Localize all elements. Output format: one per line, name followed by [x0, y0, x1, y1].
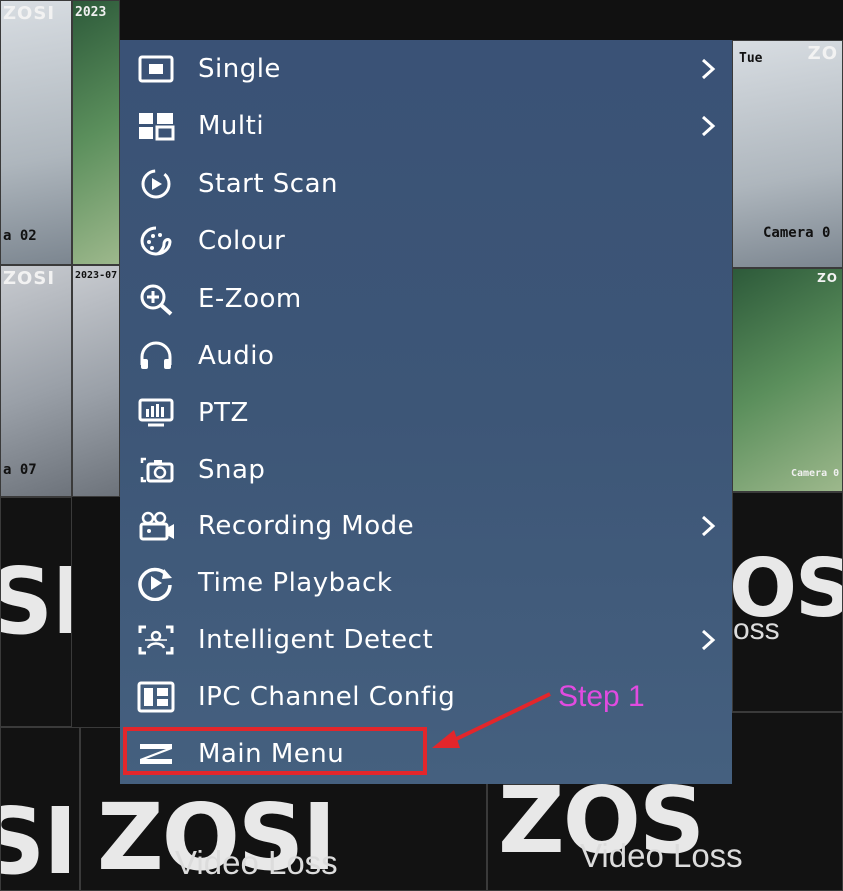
camera-date: 2023-07 [75, 270, 118, 281]
main-menu-highlight-box [123, 727, 427, 775]
video-loss-text: Video Loss [175, 844, 338, 881]
menu-item-ptz[interactable]: PTZ [120, 385, 732, 441]
chevron-right-icon [698, 511, 718, 541]
snapshot-icon [134, 452, 178, 488]
camera-tile-4[interactable]: ZOSI a 07 [0, 265, 72, 497]
single-view-icon [134, 51, 178, 87]
camera-tile-5[interactable]: 2023-07 [72, 265, 120, 497]
menu-item-multi[interactable]: Multi [120, 98, 732, 154]
zosi-watermark: SI [1, 788, 77, 891]
menu-item-label: Snap [198, 455, 266, 485]
menu-item-label: IPC Channel Config [198, 682, 456, 712]
menu-item-label: Multi [198, 111, 265, 141]
camera-label: Camera 0 [763, 225, 831, 241]
menu-item-time-playback[interactable]: Time Playback [120, 555, 732, 611]
video-loss-tile-right[interactable]: OS oss [732, 492, 843, 712]
video-loss-tile-bottom-far-left[interactable]: SI [0, 727, 80, 891]
camera-brand: ZOSI [3, 268, 56, 289]
playback-icon [134, 565, 178, 601]
menu-item-label: Intelligent Detect [198, 625, 434, 655]
menu-item-label: Recording Mode [198, 511, 415, 541]
camera-tile-2[interactable]: 2023 [72, 0, 120, 265]
camera-day: Tue [739, 51, 763, 66]
chevron-right-icon [698, 111, 718, 141]
palette-icon [134, 223, 178, 259]
zosi-watermark: SI [1, 556, 71, 648]
menu-item-intelligent-detect[interactable]: Intelligent Detect [120, 612, 732, 668]
multi-view-icon [134, 108, 178, 144]
headphones-icon [134, 338, 178, 374]
ptz-icon [134, 395, 178, 431]
menu-item-label: PTZ [198, 398, 249, 428]
menu-item-snap[interactable]: Snap [120, 442, 732, 498]
menu-item-e-zoom[interactable]: E-Zoom [120, 271, 732, 327]
menu-item-label: Audio [198, 341, 275, 371]
camera-label: a 02 [3, 228, 37, 244]
camera-tile-1[interactable]: ZOSI a 02 [0, 0, 72, 265]
menu-item-label: Single [198, 54, 281, 84]
chevron-right-icon [698, 54, 718, 84]
nvr-screen: ZOSI a 02 2023 Tue ZO Camera 0 ZOSI a 07… [0, 0, 843, 891]
chevron-right-icon [698, 625, 718, 655]
camera-brand: ZO [807, 43, 838, 64]
camera-tile-6[interactable]: ZO Camera 0 [732, 268, 843, 492]
menu-item-colour[interactable]: Colour [120, 213, 732, 269]
menu-item-recording-mode[interactable]: Recording Mode [120, 498, 732, 554]
channel-config-icon [134, 679, 178, 715]
camera-label: Camera 0 [791, 468, 840, 479]
zoom-icon [134, 281, 178, 317]
camera-label: a 07 [3, 462, 37, 478]
menu-item-single[interactable]: Single [120, 41, 732, 97]
menu-item-audio[interactable]: Audio [120, 328, 732, 384]
camera-brand: ZO [817, 271, 838, 285]
menu-item-label: Time Playback [198, 568, 393, 598]
camera-tile-3[interactable]: Tue ZO Camera 0 [732, 40, 843, 268]
menu-item-start-scan[interactable]: Start Scan [120, 156, 732, 212]
video-loss-tile-left[interactable]: SI [0, 497, 72, 727]
camera-brand: ZOSI [3, 3, 56, 24]
video-loss-text: oss [733, 613, 780, 646]
recording-icon [134, 508, 178, 544]
step-arrow-icon [432, 692, 551, 748]
camera-date: 2023 [75, 5, 107, 20]
scan-icon [134, 166, 178, 202]
menu-item-label: Start Scan [198, 169, 338, 199]
step-label: Step 1 [558, 680, 645, 713]
video-loss-text: Video Loss [580, 837, 743, 874]
detect-icon [134, 622, 178, 658]
context-menu: Single Multi Start Scan Colour E-Zoom Au… [120, 40, 732, 784]
menu-item-label: E-Zoom [198, 284, 302, 314]
menu-item-label: Colour [198, 226, 286, 256]
